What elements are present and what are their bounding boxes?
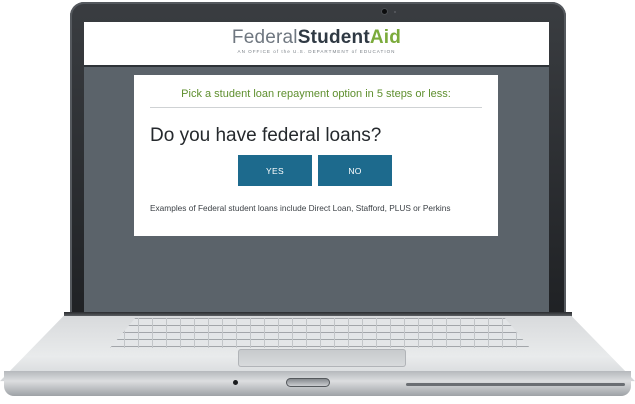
examples-text: Examples of Federal student loans includ… [150,203,451,213]
webcam-icon [382,9,387,14]
webcam-indicator [394,11,396,13]
federal-student-aid-logo[interactable]: FederalStudentAid [84,27,549,49]
logo-tagline: AN OFFICE of the U.S. DEPARTMENT of EDUC… [237,49,396,54]
laptop-screen: FederalStudentAid AN OFFICE of the U.S. … [84,22,549,312]
keyboard [110,318,530,348]
card-heading: Pick a student loan repayment option in … [181,88,451,100]
heading-divider [150,107,482,108]
no-button[interactable]: NO [318,155,392,186]
site-header: FederalStudentAid AN OFFICE of the U.S. … [84,22,549,67]
yes-button[interactable]: YES [238,155,312,186]
lid-latch [286,378,330,387]
power-led-icon [233,380,238,385]
laptop: FederalStudentAid AN OFFICE of the U.S. … [0,0,635,404]
logo-word-federal: Federal [231,27,298,48]
logo-word-student: Student [297,27,370,48]
question-title: Do you have federal loans? [150,125,382,146]
trackpad [238,349,406,367]
question-card: Pick a student loan repayment option in … [134,75,498,236]
optical-drive-slot [406,383,625,386]
logo-word-aid: Aid [369,27,402,48]
